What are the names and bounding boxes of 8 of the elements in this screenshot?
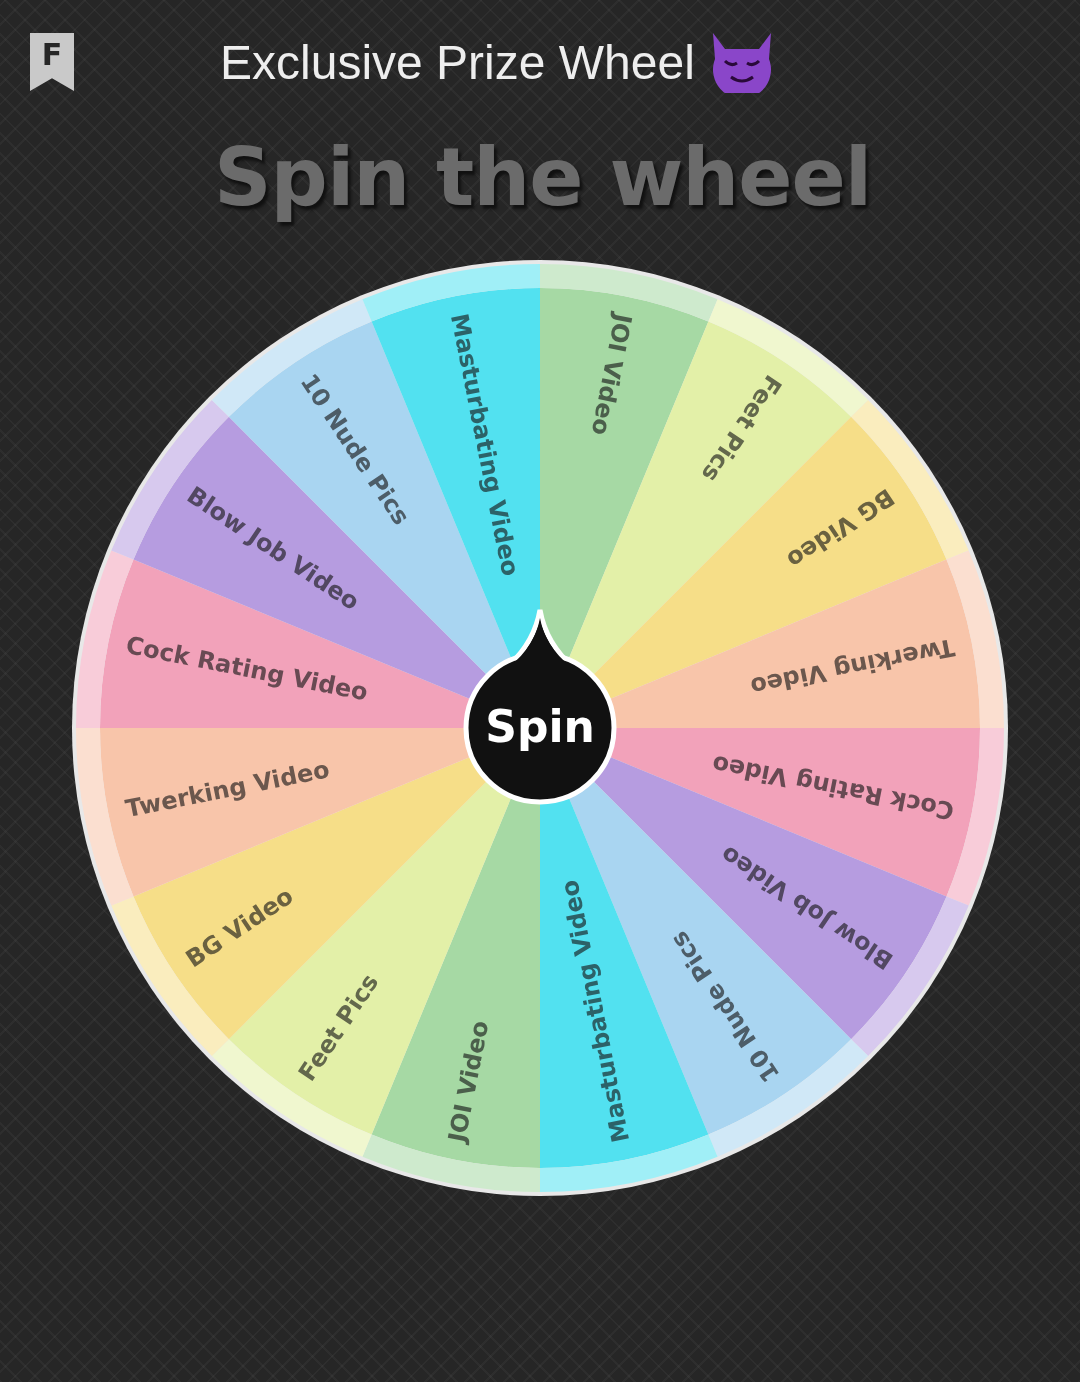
segment-label: JOI Video <box>585 311 638 438</box>
segment-label: Twerking Video <box>748 632 957 701</box>
segment-label: Twerking Video <box>123 755 332 824</box>
page-title: Exclusive Prize Wheel <box>220 34 695 90</box>
bookmark-logo-icon[interactable]: F <box>30 33 74 91</box>
segment-label: JOI Video <box>442 1018 495 1145</box>
segment-label: Cock Rating Video <box>709 749 957 826</box>
segment-label: Cock Rating Video <box>123 630 371 707</box>
